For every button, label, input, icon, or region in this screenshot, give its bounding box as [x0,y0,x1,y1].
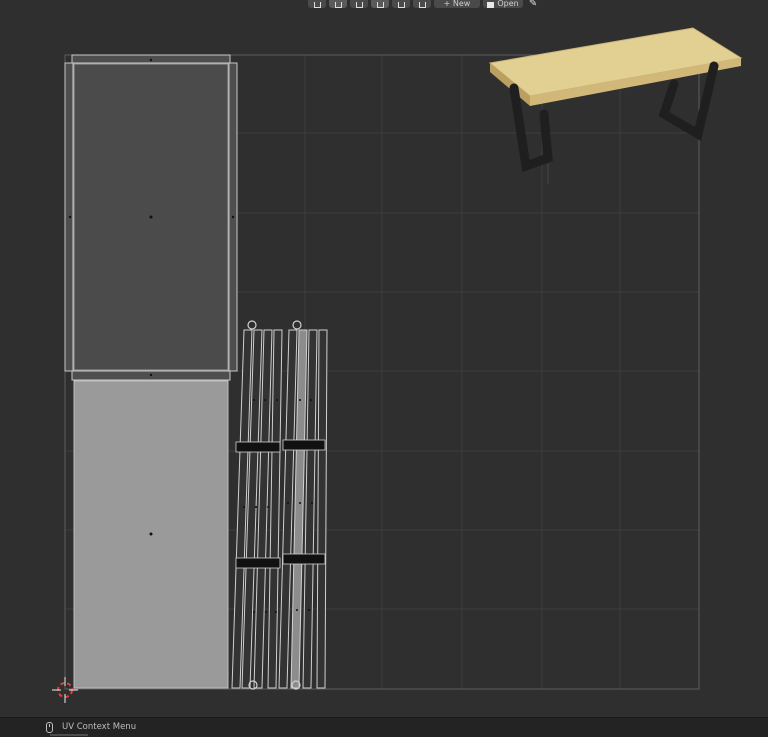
status-bar: UV Context Menu [0,717,768,737]
image-browse-button[interactable] [413,0,431,8]
open-image-button[interactable]: Open [483,0,523,8]
mouse-right-icon [46,722,53,733]
new-image-button[interactable]: + New [434,0,480,8]
uv-editor-viewport[interactable] [0,0,768,717]
pivot-button[interactable] [350,0,368,8]
new-button-label: New [452,0,471,8]
falloff-icon [397,2,405,8]
open-button-label: Open [497,0,519,8]
proportional-icon [376,2,384,8]
status-context-menu-hint: UV Context Menu [62,722,137,732]
falloff-button[interactable] [392,0,410,8]
sticky-select-button[interactable] [329,0,347,8]
proportional-edit-button[interactable] [371,0,389,8]
image-icon [418,2,426,8]
pivot-icon [355,2,363,8]
plus-icon: + [443,0,453,8]
select-mode-button[interactable] [308,0,326,8]
table-preview-image [488,27,743,184]
uv-island-legs [231,329,328,689]
status-divider [50,734,88,736]
select-icon [313,2,321,8]
3d-cursor-icon[interactable] [52,677,78,703]
pin-icon[interactable]: ✎ [526,0,540,9]
vertex-icon [334,2,342,8]
folder-icon [487,2,495,8]
uv-header-toolbar: + New Open ✎ [308,0,540,9]
